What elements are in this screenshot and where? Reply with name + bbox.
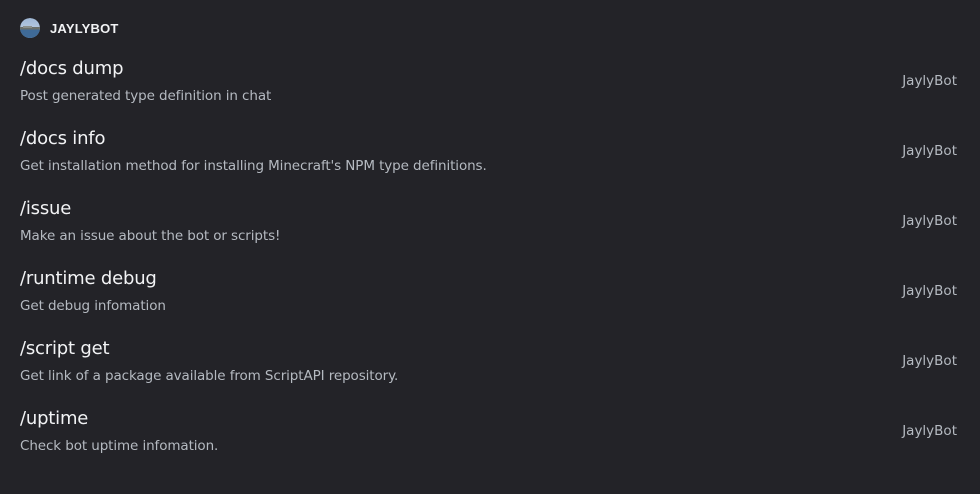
command-description: Make an issue about the bot or scripts! (20, 228, 281, 244)
command-name: /docs dump (20, 58, 124, 79)
command-source: JaylyBot (902, 143, 957, 159)
command-item-docs-dump[interactable]: /docs dump Post generated type definitio… (0, 58, 980, 128)
command-description: Post generated type definition in chat (20, 88, 272, 104)
command-source: JaylyBot (902, 283, 957, 299)
command-name: /docs info (20, 128, 106, 149)
command-source: JaylyBot (902, 353, 957, 369)
command-description: Get installation method for installing M… (20, 158, 487, 174)
command-source: JaylyBot (902, 73, 957, 89)
command-name: /issue (20, 198, 72, 219)
command-picker-panel: JAYLYBOT /docs dump Post generated type … (0, 0, 980, 494)
command-item-runtime-debug[interactable]: /runtime debug Get debug infomation Jayl… (0, 268, 980, 338)
command-item-uptime[interactable]: /uptime Check bot uptime infomation. Jay… (0, 408, 980, 478)
command-source: JaylyBot (902, 423, 957, 439)
bot-avatar-icon (20, 18, 40, 38)
command-name: /uptime (20, 408, 89, 429)
command-item-docs-info[interactable]: /docs info Get installation method for i… (0, 128, 980, 198)
command-item-issue[interactable]: /issue Make an issue about the bot or sc… (0, 198, 980, 268)
command-description: Check bot uptime infomation. (20, 438, 219, 454)
command-description: Get debug infomation (20, 298, 166, 314)
bot-section-header: JAYLYBOT (20, 17, 119, 39)
command-source: JaylyBot (902, 213, 957, 229)
command-name: /runtime debug (20, 268, 157, 289)
command-description: Get link of a package available from Scr… (20, 368, 399, 384)
command-name: /script get (20, 338, 110, 359)
command-item-script-get[interactable]: /script get Get link of a package availa… (0, 338, 980, 408)
bot-name-label: JAYLYBOT (50, 20, 119, 36)
